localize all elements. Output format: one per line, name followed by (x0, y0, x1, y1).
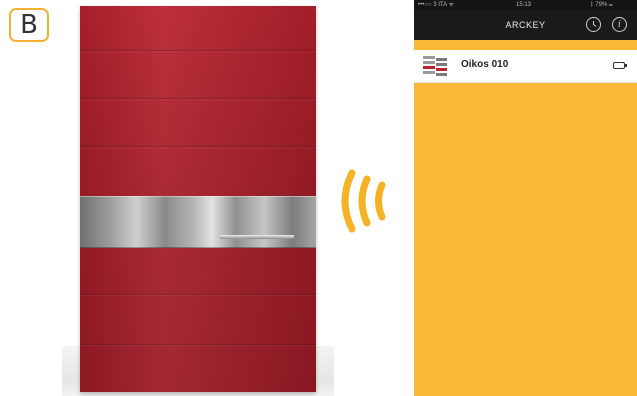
door-logo-icon (423, 56, 447, 76)
info-glyph: i (618, 20, 621, 30)
status-time: 15:13 (516, 2, 532, 8)
door-groove (80, 98, 316, 100)
figure-label: B (20, 10, 38, 40)
status-battery: ᛒ 79% ▭ (590, 2, 613, 8)
door-groove (80, 146, 316, 148)
door-illustration (62, 6, 334, 396)
door-groove (80, 50, 316, 52)
door-handle (220, 235, 294, 239)
door-steel-band (80, 196, 316, 248)
status-bar: •••○○ 3 ITA ᯤ 15:13 ᛒ 79% ▭ (414, 0, 637, 10)
clock-icon[interactable] (586, 17, 601, 32)
door-groove (80, 294, 316, 296)
nav-bar: ARCKEY i (414, 10, 637, 40)
figure-label-badge: B (9, 8, 49, 42)
carrier-signal: •••○○ 3 ITA ᯤ (418, 2, 454, 8)
clock-hands (593, 21, 597, 27)
app-title: ARCKEY (505, 20, 546, 30)
wireless-signal-icon (341, 169, 386, 233)
device-name: Oikos 010 (461, 59, 509, 70)
battery-icon (613, 62, 627, 69)
info-icon[interactable]: i (612, 17, 627, 32)
door-groove (80, 344, 316, 346)
phone-app-screen: •••○○ 3 ITA ᯤ 15:13 ᛒ 79% ▭ ARCKEY i Oik… (414, 0, 637, 396)
list-item[interactable]: Oikos 010 (414, 50, 637, 83)
